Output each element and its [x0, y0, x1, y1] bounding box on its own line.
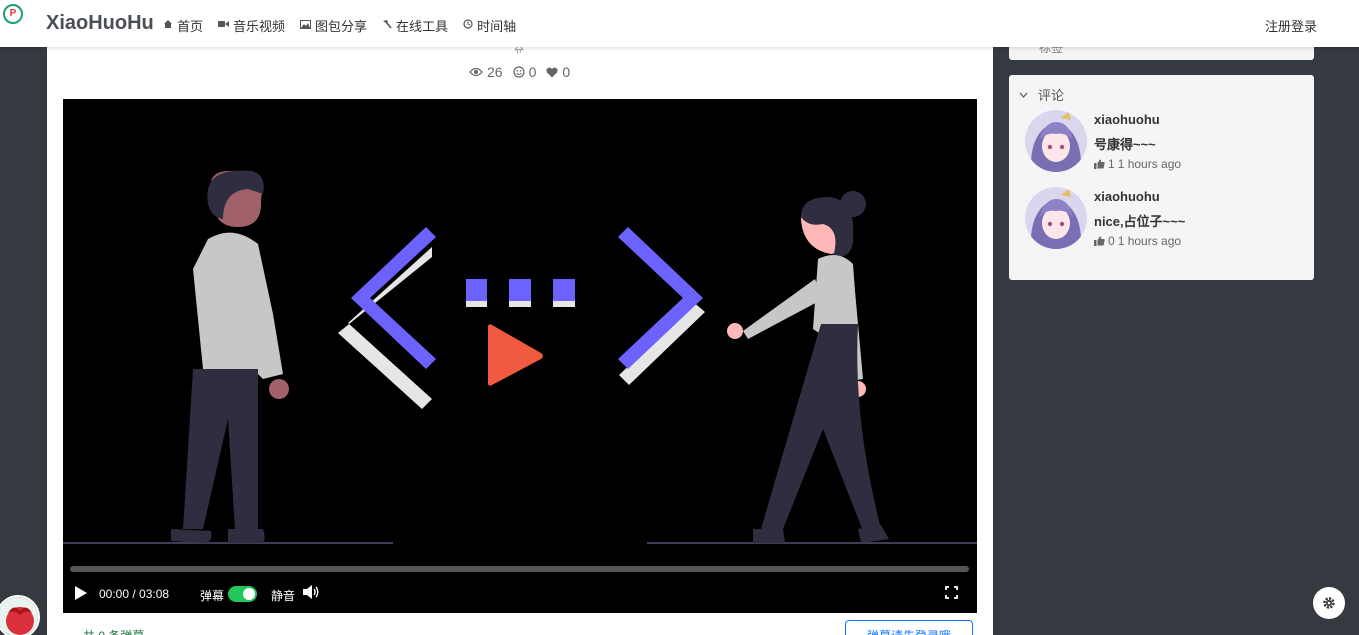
nav-item-image-share[interactable]: 图包分享 — [300, 16, 367, 35]
nav-item-label: 时间轴 — [477, 19, 517, 34]
danmaku-label: 弹幕 — [200, 589, 225, 603]
comment-author[interactable]: xiaohuohu — [1094, 189, 1160, 204]
avatar[interactable] — [1025, 110, 1087, 172]
post-stats: 26 0 0 — [469, 64, 570, 80]
comment-time: 1 hours ago — [1117, 157, 1182, 171]
video-camera-icon — [218, 20, 230, 31]
settings-button[interactable] — [1313, 587, 1345, 619]
video-player[interactable]: 00:00 / 03:08 弹幕 静音 — [63, 99, 977, 613]
heart-icon — [546, 67, 558, 77]
avatar[interactable] — [1025, 187, 1087, 249]
home-icon — [163, 19, 173, 32]
clock-icon — [463, 19, 473, 32]
post-title-fragment: 允 — [513, 47, 525, 53]
comment-meta: 0 1 hours ago — [1094, 234, 1181, 248]
comments-title: 评论 — [1038, 88, 1065, 103]
nav-item-home[interactable]: 首页 — [163, 16, 203, 35]
floating-mascot-avatar[interactable] — [0, 595, 40, 635]
nav-item-timeline[interactable]: 时间轴 — [463, 16, 516, 35]
nav-item-label: 在线工具 — [396, 19, 449, 34]
comment-item[interactable]: xiaohuohu nice,占位子~~~ 0 1 hours ago — [1025, 187, 1305, 251]
smile-count: 0 — [528, 64, 537, 80]
recent-comments-card: 评论 xiaohuohu 号康得~~~ 1 1 hours ago xiaohu… — [1009, 75, 1314, 280]
play-icon — [75, 586, 87, 600]
eye-icon — [469, 67, 483, 77]
nav-menu: 首页 音乐视频 图包分享 在线工具 时间轴 — [163, 16, 516, 35]
play-button[interactable] — [74, 585, 88, 604]
like-count: 0 — [562, 64, 571, 80]
sidebar-section-tags: 标签 — [1009, 47, 1314, 60]
comment-like-count: 0 — [1108, 234, 1115, 248]
nav-item-label: 首页 — [177, 19, 204, 34]
thumbs-up-icon[interactable] — [1094, 236, 1105, 246]
like-stat[interactable]: 0 — [546, 64, 570, 80]
nav-item-music-video[interactable]: 音乐视频 — [218, 16, 285, 35]
brand-name[interactable]: XiaoHuoHu — [46, 12, 154, 35]
comment-time: 1 hours ago — [1117, 234, 1182, 248]
comment-author[interactable]: xiaohuohu — [1094, 112, 1160, 127]
video-progress-bar[interactable] — [70, 566, 969, 572]
comment-like-count: 1 — [1108, 157, 1115, 171]
sidebar-section-title: 标签 — [1039, 47, 1064, 55]
top-navbar: P XiaoHuoHu 首页 音乐视频 图包分享 在线工具 时间轴 注册登录 — [0, 0, 1359, 47]
gear-icon — [1323, 597, 1335, 609]
comment-text: 号康得~~~ — [1094, 137, 1156, 152]
player-controls: 00:00 / 03:08 弹幕 静音 — [63, 581, 977, 607]
nav-item-online-tools[interactable]: 在线工具 — [382, 16, 448, 35]
views-stat: 26 — [469, 64, 503, 80]
danmaku-count-link[interactable]: 共 0 条弹幕 — [83, 627, 144, 635]
volume-icon[interactable] — [302, 584, 320, 603]
register-login-link[interactable]: 注册登录 — [1265, 16, 1317, 35]
nav-item-label: 音乐视频 — [233, 19, 286, 34]
thumbs-up-icon[interactable] — [1094, 159, 1105, 169]
hammer-icon — [382, 19, 392, 32]
fullscreen-icon[interactable] — [945, 586, 958, 602]
danmaku-toggle[interactable] — [228, 586, 257, 602]
post-content: 允 26 0 0 — [47, 47, 993, 635]
comment-item[interactable]: xiaohuohu 号康得~~~ 1 1 hours ago — [1025, 110, 1305, 174]
comment-text: nice,占位子~~~ — [1094, 214, 1186, 229]
danmaku-login-button[interactable]: 弹幕请先登录哦 — [845, 620, 973, 635]
site-logo[interactable]: P — [3, 4, 23, 24]
comment-meta: 1 1 hours ago — [1094, 157, 1181, 171]
image-icon — [300, 19, 312, 32]
chevron-down-icon — [1019, 92, 1028, 98]
smile-stat[interactable]: 0 — [512, 64, 537, 80]
video-thumbnail-illustration — [63, 170, 977, 544]
playback-time: 00:00 / 03:08 — [99, 587, 170, 601]
logo-letter: P — [9, 8, 17, 19]
mute-label[interactable]: 静音 — [271, 587, 295, 604]
nav-item-label: 图包分享 — [315, 19, 368, 34]
comments-header[interactable]: 评论 — [1019, 85, 1064, 104]
smile-icon — [512, 66, 525, 78]
views-count: 26 — [487, 64, 503, 80]
